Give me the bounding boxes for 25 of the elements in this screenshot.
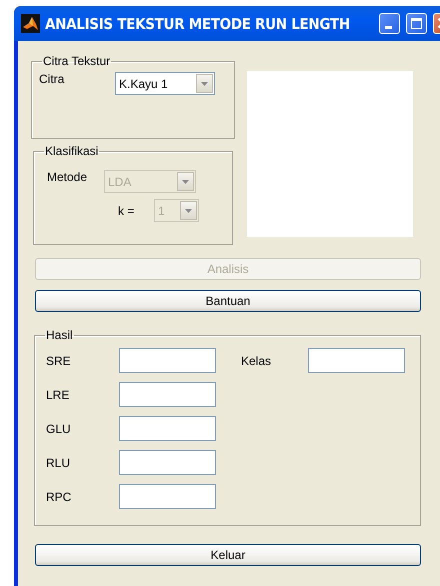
field-label: SRE [46, 354, 72, 368]
window-title: ANALISIS TEKSTUR METODE RUN LENGTH [45, 14, 350, 32]
field-label: LRE [46, 388, 70, 402]
result-field[interactable] [308, 348, 405, 373]
field-label: RPC [46, 490, 72, 504]
field-label: GLU [46, 422, 72, 436]
result-field[interactable] [119, 416, 216, 441]
app-logo-icon [21, 14, 40, 33]
field-label: Kelas [241, 354, 272, 368]
field-label: k = [118, 204, 136, 218]
group-title: Citra Tekstur [42, 55, 112, 68]
field-label: Metode [47, 170, 88, 184]
push-button[interactable]: Bantuan [35, 290, 421, 312]
minimize-button[interactable] [379, 13, 400, 34]
group-title: Klasifikasi [44, 145, 100, 158]
push-button[interactable]: Keluar [35, 544, 421, 566]
result-field[interactable] [119, 382, 216, 407]
result-field[interactable] [119, 450, 216, 475]
group-title: Hasil [45, 329, 74, 342]
field-label: RLU [46, 456, 72, 470]
result-field[interactable] [119, 348, 216, 373]
maximize-button[interactable] [406, 13, 427, 34]
result-field[interactable] [119, 484, 216, 509]
dropdown[interactable]: K.Kayu 1 [115, 72, 215, 95]
field-label: Citra [39, 72, 66, 86]
